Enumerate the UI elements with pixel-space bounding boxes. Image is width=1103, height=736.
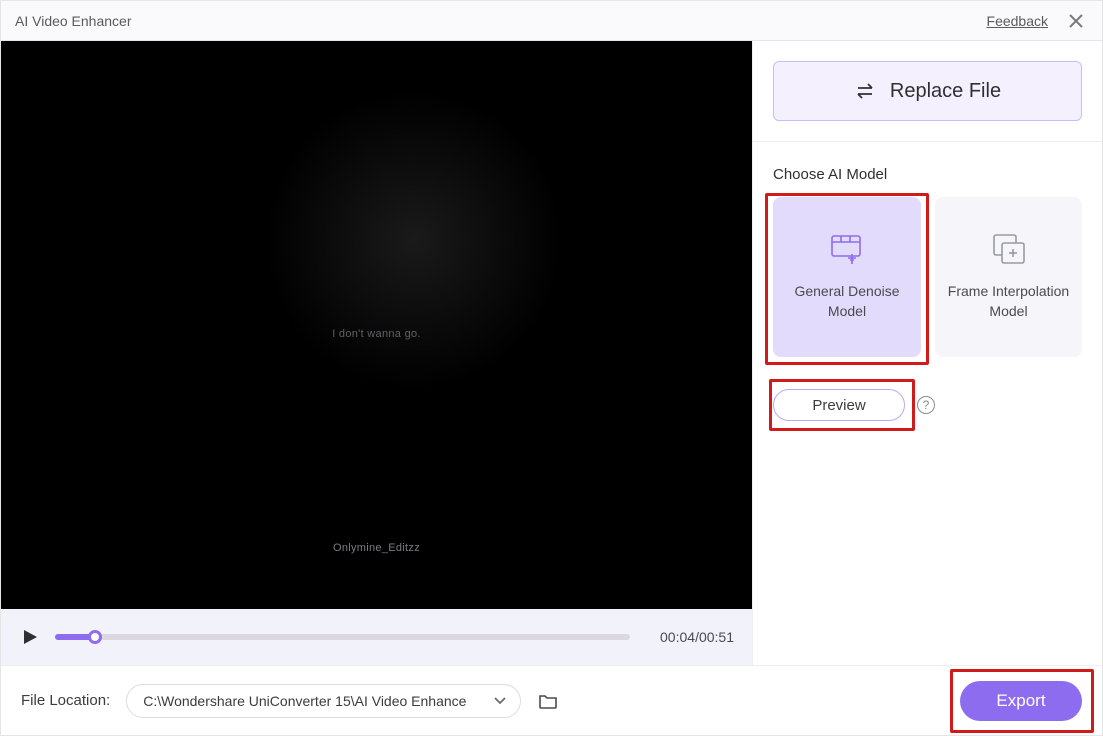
play-button[interactable] (19, 626, 41, 648)
file-location-dropdown[interactable]: C:\Wondershare UniConverter 15\AI Video … (126, 684, 521, 718)
swap-icon (854, 83, 876, 99)
footer: File Location: C:\Wondershare UniConvert… (1, 665, 1102, 735)
video-preview[interactable]: I don't wanna go. Onlymine_Editzz (1, 41, 752, 609)
video-watermark: Onlymine_Editzz (333, 542, 420, 554)
file-location-label: File Location: (21, 692, 110, 709)
playback-bar: 00:04/00:51 (1, 609, 752, 665)
video-caption: I don't wanna go. (247, 328, 507, 340)
titlebar: AI Video Enhancer Feedback (1, 1, 1102, 41)
app-title: AI Video Enhancer (15, 13, 132, 29)
help-button[interactable]: ? (917, 396, 935, 414)
main-area: I don't wanna go. Onlymine_Editzz 00:04/… (1, 41, 1102, 665)
play-icon (21, 628, 39, 646)
preview-button[interactable]: Preview (773, 389, 905, 421)
section-title: Choose AI Model (773, 166, 1082, 183)
interpolation-icon (988, 232, 1030, 268)
folder-icon (538, 692, 558, 710)
denoise-icon (826, 232, 868, 268)
model-frame-interpolation[interactable]: Frame Interpolation Model (935, 197, 1082, 357)
model-general-denoise[interactable]: General Denoise Model (773, 197, 921, 357)
progress-slider[interactable] (55, 627, 630, 647)
time-display: 00:04/00:51 (644, 629, 734, 645)
export-button[interactable]: Export (960, 681, 1082, 721)
close-icon (1068, 13, 1084, 29)
open-folder-button[interactable] (537, 690, 559, 712)
progress-handle[interactable] (88, 630, 102, 644)
feedback-link[interactable]: Feedback (987, 13, 1048, 29)
left-pane: I don't wanna go. Onlymine_Editzz 00:04/… (1, 41, 752, 665)
close-button[interactable] (1064, 9, 1088, 33)
chevron-down-icon (494, 697, 506, 705)
model-section: Choose AI Model General Denoise Model (753, 142, 1102, 421)
app-window: AI Video Enhancer Feedback I don't wanna… (0, 0, 1103, 736)
right-panel: Replace File Choose AI Model (752, 41, 1102, 665)
replace-file-button[interactable]: Replace File (773, 61, 1082, 121)
